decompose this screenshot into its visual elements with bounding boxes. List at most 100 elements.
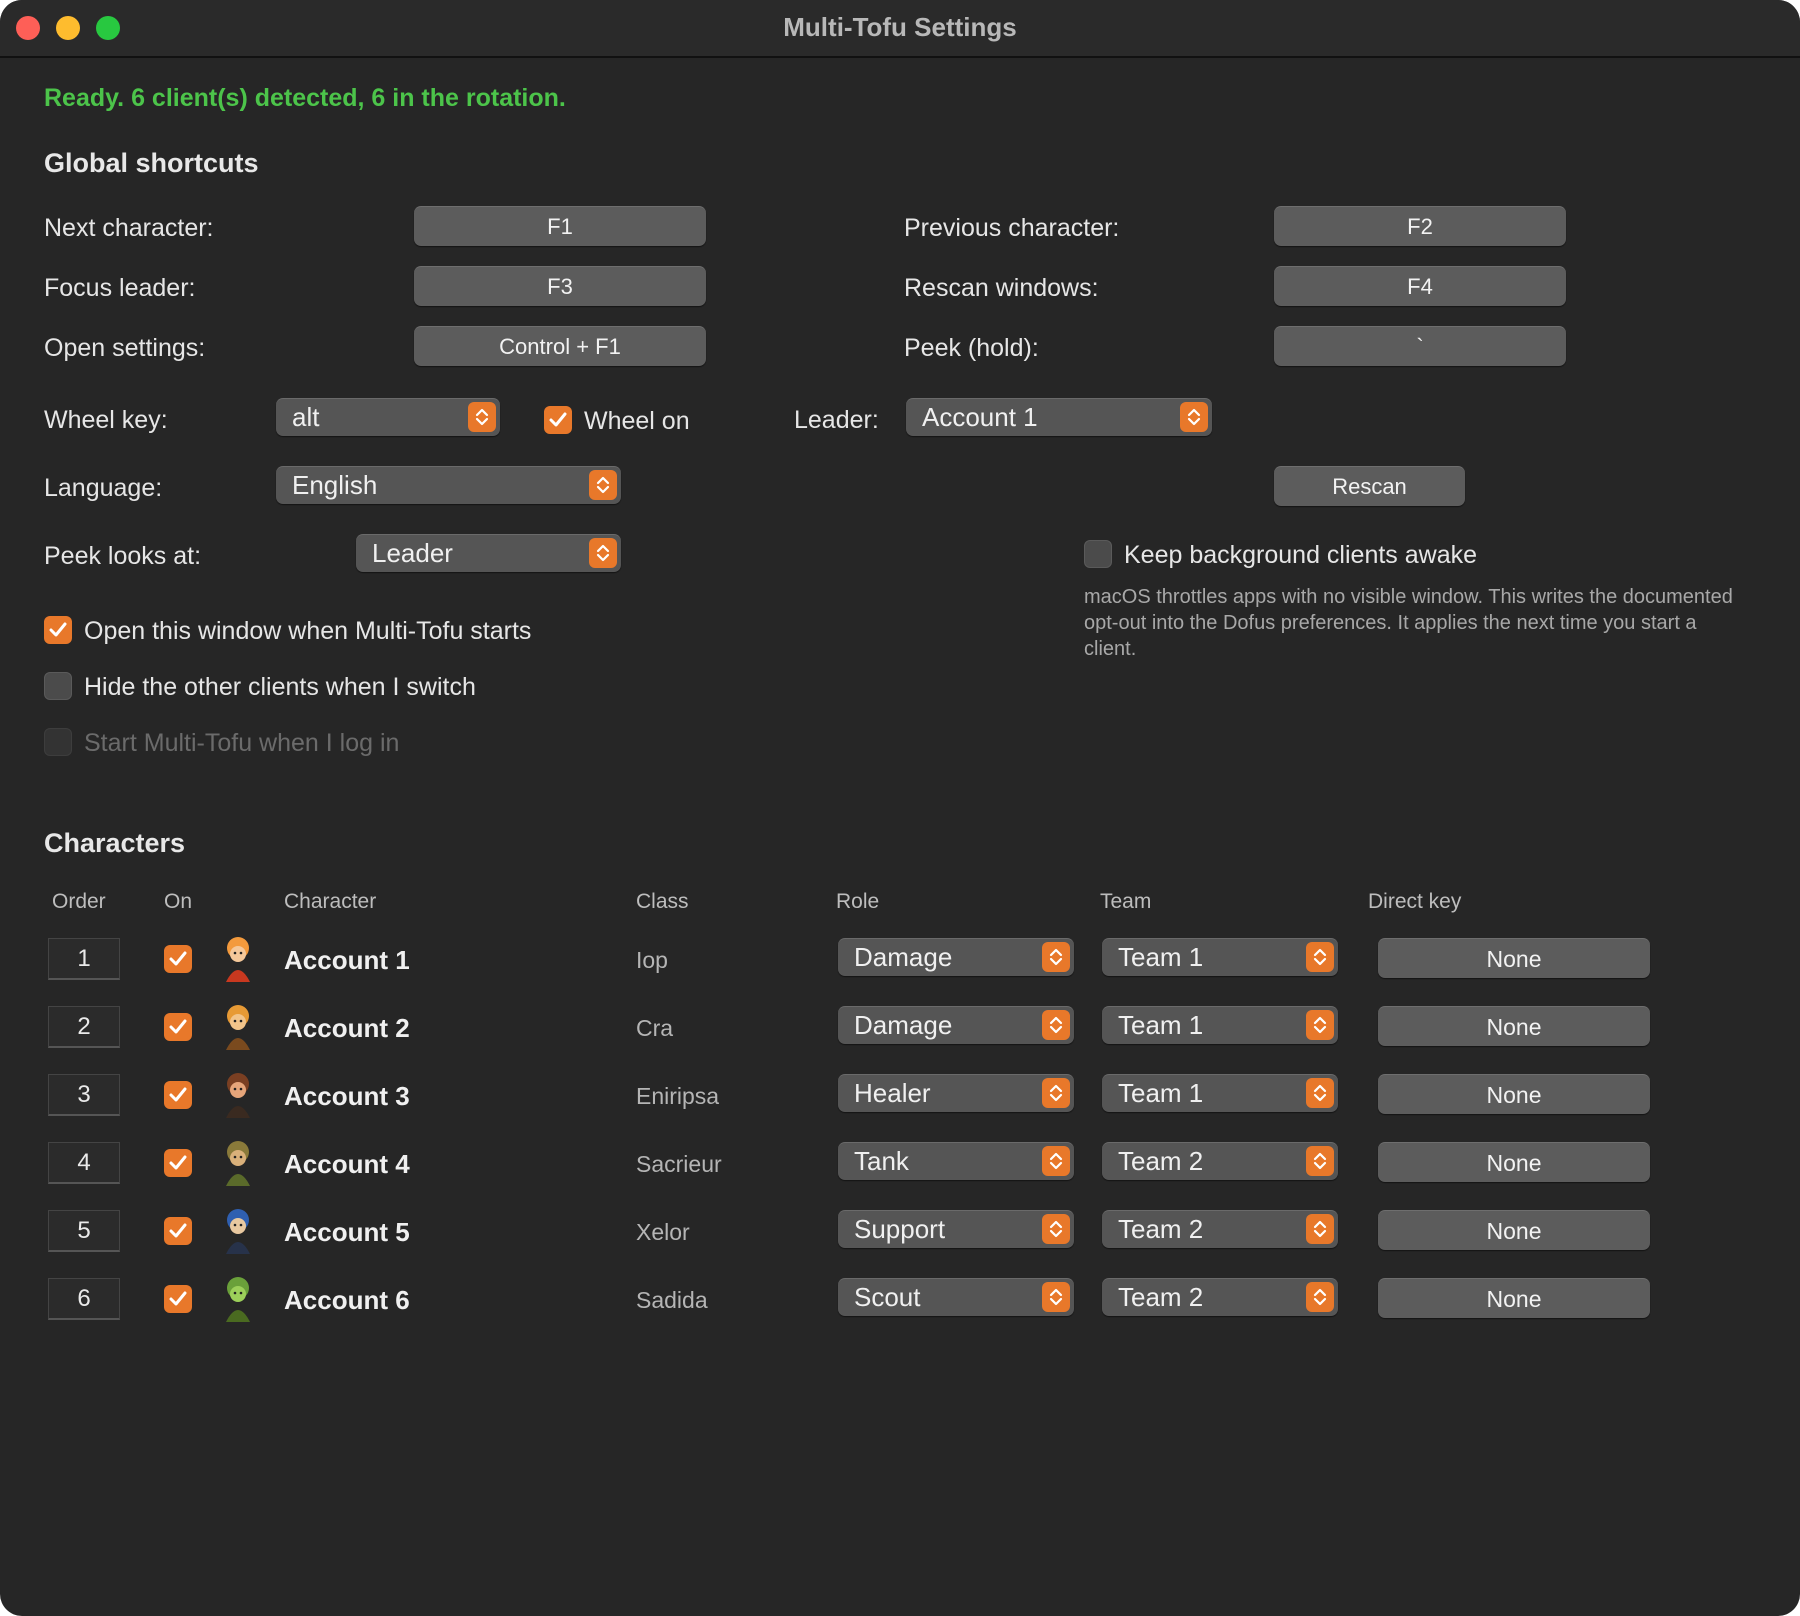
- order-field[interactable]: 4: [48, 1142, 120, 1184]
- language-select[interactable]: English: [276, 466, 621, 504]
- chevron-up-down-icon: [1042, 1010, 1070, 1040]
- team-value: Team 2: [1118, 1214, 1204, 1244]
- wheel-on-checkbox[interactable]: [544, 406, 572, 434]
- open-settings-shortcut-button[interactable]: Control + F1: [414, 326, 706, 366]
- column-header-on: On: [164, 890, 193, 913]
- chevron-up-down-icon: [589, 470, 617, 500]
- team-select[interactable]: Team 1: [1102, 1006, 1338, 1044]
- checkmark-icon: [169, 1291, 187, 1306]
- role-select[interactable]: Damage: [838, 1006, 1074, 1044]
- peek-looks-at-label: Peek looks at:: [44, 542, 202, 570]
- role-value: Tank: [854, 1146, 909, 1176]
- wheel-on-label: Wheel on: [584, 407, 690, 435]
- checkmark-icon: [169, 951, 187, 966]
- wheel-key-value: alt: [292, 402, 320, 432]
- character-enabled-checkbox[interactable]: [164, 1217, 192, 1245]
- character-name: Account 6: [284, 1285, 410, 1315]
- role-select[interactable]: Tank: [838, 1142, 1074, 1180]
- characters-heading: Characters: [44, 828, 186, 858]
- character-name: Account 3: [284, 1081, 410, 1111]
- leader-label: Leader:: [794, 406, 879, 434]
- checkmark-icon: [169, 1155, 187, 1170]
- character-name: Account 5: [284, 1217, 410, 1247]
- start-at-login-checkbox: [44, 728, 72, 756]
- checkmark-icon: [169, 1223, 187, 1238]
- settings-window: Multi-Tofu Settings Ready. 6 client(s) d…: [0, 0, 1800, 1616]
- role-select[interactable]: Healer: [838, 1074, 1074, 1112]
- window-title: Multi-Tofu Settings: [783, 12, 1017, 42]
- global-shortcuts-heading: Global shortcuts: [44, 148, 259, 178]
- team-value: Team 1: [1118, 942, 1204, 972]
- xelor-avatar-icon: [216, 1206, 260, 1256]
- direct-key-button[interactable]: None: [1378, 1006, 1650, 1046]
- team-value: Team 1: [1118, 1078, 1204, 1108]
- order-field[interactable]: 6: [48, 1278, 120, 1320]
- rescan-windows-shortcut-button[interactable]: F4: [1274, 266, 1566, 306]
- hide-other-clients-checkbox[interactable]: [44, 672, 72, 700]
- leader-select[interactable]: Account 1: [906, 398, 1212, 436]
- character-enabled-checkbox[interactable]: [164, 945, 192, 973]
- chevron-up-down-icon: [1306, 1214, 1334, 1244]
- character-enabled-checkbox[interactable]: [164, 1081, 192, 1109]
- sadida-avatar-icon: [216, 1274, 260, 1324]
- character-enabled-checkbox[interactable]: [164, 1149, 192, 1177]
- next-character-shortcut-button[interactable]: F1: [414, 206, 706, 246]
- open-on-start-label: Open this window when Multi-Tofu starts: [84, 617, 532, 645]
- character-enabled-checkbox[interactable]: [164, 1013, 192, 1041]
- order-field[interactable]: 1: [48, 938, 120, 980]
- character-class: Iop: [636, 947, 668, 973]
- chevron-up-down-icon: [1306, 942, 1334, 972]
- checkmark-icon: [49, 622, 67, 637]
- chevron-up-down-icon: [1042, 942, 1070, 972]
- cra-avatar-icon: [216, 1002, 260, 1052]
- character-enabled-checkbox[interactable]: [164, 1285, 192, 1313]
- language-value: English: [292, 470, 378, 500]
- keep-background-awake-label: Keep background clients awake: [1124, 541, 1478, 569]
- team-select[interactable]: Team 2: [1102, 1210, 1338, 1248]
- title-bar: Multi-Tofu Settings: [0, 0, 1800, 58]
- chevron-up-down-icon: [1042, 1146, 1070, 1176]
- previous-character-shortcut-button[interactable]: F2: [1274, 206, 1566, 246]
- character-class: Sadida: [636, 1287, 708, 1313]
- role-select[interactable]: Scout: [838, 1278, 1074, 1316]
- column-header-direct-key: Direct key: [1368, 890, 1462, 913]
- wheel-key-select[interactable]: alt: [276, 398, 500, 436]
- character-name: Account 4: [284, 1149, 410, 1179]
- order-field[interactable]: 5: [48, 1210, 120, 1252]
- peek-looks-at-select[interactable]: Leader: [356, 534, 621, 572]
- column-header-character: Character: [284, 890, 377, 913]
- open-on-start-checkbox[interactable]: [44, 616, 72, 644]
- sacrieur-avatar-icon: [216, 1138, 260, 1188]
- direct-key-button[interactable]: None: [1378, 1142, 1650, 1182]
- column-header-team: Team: [1100, 890, 1152, 913]
- team-select[interactable]: Team 1: [1102, 1074, 1338, 1112]
- chevron-up-down-icon: [1042, 1214, 1070, 1244]
- team-select[interactable]: Team 2: [1102, 1142, 1338, 1180]
- checkmark-icon: [549, 412, 567, 427]
- chevron-up-down-icon: [1306, 1010, 1334, 1040]
- role-select[interactable]: Damage: [838, 938, 1074, 976]
- keep-background-awake-checkbox[interactable]: [1084, 540, 1112, 568]
- chevron-up-down-icon: [1306, 1146, 1334, 1176]
- order-field[interactable]: 3: [48, 1074, 120, 1116]
- team-select[interactable]: Team 2: [1102, 1278, 1338, 1316]
- direct-key-button[interactable]: None: [1378, 1210, 1650, 1250]
- order-field[interactable]: 2: [48, 1006, 120, 1048]
- role-value: Support: [854, 1214, 946, 1244]
- peek-hold-shortcut-button[interactable]: `: [1274, 326, 1566, 366]
- keep-awake-help-text: macOS throttles apps with no visible win…: [1084, 586, 1733, 660]
- chevron-up-down-icon: [1180, 402, 1208, 432]
- iop-avatar-icon: [216, 934, 260, 984]
- focus-leader-shortcut-button[interactable]: F3: [414, 266, 706, 306]
- rescan-windows-label: Rescan windows:: [904, 274, 1099, 302]
- direct-key-button[interactable]: None: [1378, 1074, 1650, 1114]
- direct-key-button[interactable]: None: [1378, 1278, 1650, 1318]
- character-name: Account 2: [284, 1013, 410, 1043]
- character-class: Sacrieur: [636, 1151, 722, 1177]
- rescan-button[interactable]: Rescan: [1274, 466, 1465, 506]
- team-select[interactable]: Team 1: [1102, 938, 1338, 976]
- direct-key-button[interactable]: None: [1378, 938, 1650, 978]
- role-select[interactable]: Support: [838, 1210, 1074, 1248]
- start-at-login-label: Start Multi-Tofu when I log in: [84, 729, 400, 757]
- character-class: Xelor: [636, 1219, 690, 1245]
